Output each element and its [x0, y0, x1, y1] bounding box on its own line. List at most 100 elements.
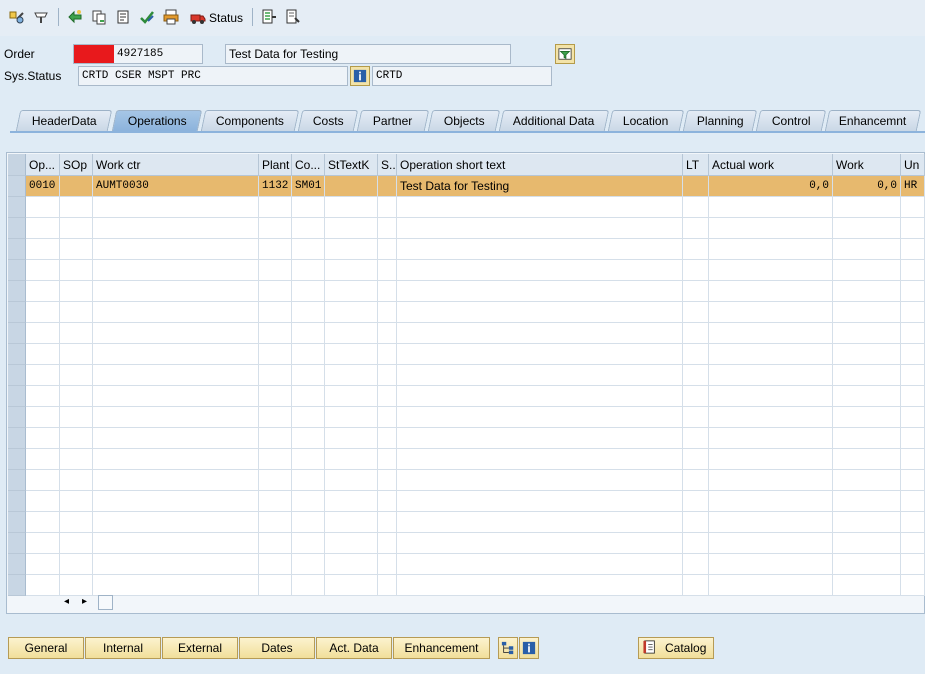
tab-enhancemnt[interactable]: Enhancemnt — [824, 110, 922, 131]
table-cell[interactable] — [833, 344, 901, 364]
table-cell[interactable] — [325, 239, 378, 259]
table-cell[interactable] — [325, 449, 378, 469]
table-cell[interactable] — [833, 218, 901, 238]
table-cell[interactable] — [709, 239, 833, 259]
table-cell[interactable] — [901, 491, 925, 511]
table-cell[interactable] — [93, 407, 259, 427]
table-cell[interactable] — [292, 449, 325, 469]
table-cell[interactable] — [93, 512, 259, 532]
table-cell[interactable] — [60, 428, 93, 448]
table-cell[interactable] — [325, 575, 378, 595]
table-cell[interactable] — [292, 218, 325, 238]
table-cell[interactable] — [709, 281, 833, 301]
table-cell[interactable] — [397, 386, 683, 406]
table-row[interactable] — [8, 512, 925, 533]
table-cell[interactable] — [397, 239, 683, 259]
table-row[interactable] — [8, 365, 925, 386]
row-selector[interactable] — [8, 575, 26, 596]
table-cell[interactable] — [833, 302, 901, 322]
table-cell[interactable] — [292, 491, 325, 511]
table-cell[interactable] — [833, 197, 901, 217]
table-cell[interactable] — [325, 344, 378, 364]
table-cell[interactable] — [60, 260, 93, 280]
table-cell[interactable] — [397, 344, 683, 364]
table-cell[interactable] — [378, 260, 397, 280]
col-header-s[interactable]: S.. — [378, 154, 397, 176]
table-cell[interactable] — [833, 512, 901, 532]
table-cell[interactable] — [325, 197, 378, 217]
table-cell[interactable] — [292, 386, 325, 406]
table-cell[interactable] — [378, 512, 397, 532]
table-cell[interactable] — [259, 554, 292, 574]
table-cell[interactable] — [292, 239, 325, 259]
table-cell[interactable] — [378, 239, 397, 259]
table-cell[interactable] — [833, 365, 901, 385]
table-cell[interactable] — [259, 575, 292, 595]
table-cell[interactable] — [259, 281, 292, 301]
table-cell[interactable] — [93, 260, 259, 280]
table-cell[interactable] — [901, 386, 925, 406]
table-cell[interactable] — [709, 323, 833, 343]
table-cell[interactable] — [683, 512, 709, 532]
table-cell[interactable] — [833, 533, 901, 553]
table-cell[interactable] — [292, 365, 325, 385]
table-cell[interactable] — [259, 344, 292, 364]
col-header-sttextk[interactable]: StTextK — [325, 154, 378, 176]
col-header-operation-text[interactable]: Operation short text — [397, 154, 683, 176]
table-cell[interactable] — [683, 449, 709, 469]
table-cell[interactable] — [93, 365, 259, 385]
table-cell[interactable] — [325, 512, 378, 532]
table-cell[interactable] — [709, 344, 833, 364]
table-cell[interactable] — [833, 239, 901, 259]
row-selector[interactable] — [8, 281, 26, 302]
table-cell[interactable] — [397, 554, 683, 574]
table-cell[interactable] — [259, 218, 292, 238]
cell-work[interactable]: 0,0 — [833, 176, 901, 196]
table-cell[interactable] — [292, 344, 325, 364]
cell-control-key[interactable]: SM01 — [292, 176, 325, 196]
table-cell[interactable] — [709, 407, 833, 427]
table-cell[interactable] — [378, 197, 397, 217]
table-cell[interactable] — [683, 260, 709, 280]
table-row[interactable] — [8, 428, 925, 449]
tab-headerdata[interactable]: HeaderData — [15, 110, 113, 131]
tab-planning[interactable]: Planning — [682, 110, 758, 131]
table-row[interactable] — [8, 407, 925, 428]
table-cell[interactable] — [292, 407, 325, 427]
table-cell[interactable] — [26, 512, 60, 532]
table-cell[interactable] — [93, 449, 259, 469]
document-icon[interactable] — [114, 8, 132, 26]
status-info-button[interactable] — [350, 66, 370, 86]
table-cell[interactable] — [709, 449, 833, 469]
table-cell[interactable] — [833, 407, 901, 427]
table-cell[interactable] — [683, 323, 709, 343]
table-cell[interactable] — [378, 449, 397, 469]
select-all-cell[interactable] — [8, 154, 26, 176]
table-cell[interactable] — [259, 449, 292, 469]
enhancement-button[interactable]: Enhancement — [393, 637, 490, 659]
table-cell[interactable] — [397, 197, 683, 217]
table-cell[interactable] — [292, 575, 325, 595]
page-icon[interactable] — [284, 8, 302, 26]
table-cell[interactable] — [833, 281, 901, 301]
col-header-actual-work[interactable]: Actual work — [709, 154, 833, 176]
table-cell[interactable] — [709, 554, 833, 574]
table-cell[interactable] — [378, 365, 397, 385]
table-cell[interactable] — [397, 365, 683, 385]
table-cell[interactable] — [259, 197, 292, 217]
table-cell[interactable] — [259, 428, 292, 448]
table-cell[interactable] — [683, 470, 709, 490]
table-cell[interactable] — [292, 512, 325, 532]
check-icon[interactable] — [138, 8, 156, 26]
table-cell[interactable] — [325, 323, 378, 343]
table-cell[interactable] — [709, 470, 833, 490]
table-cell[interactable] — [292, 323, 325, 343]
table-cell[interactable] — [683, 554, 709, 574]
table-cell[interactable] — [93, 197, 259, 217]
table-row[interactable] — [8, 575, 925, 596]
catalog-button[interactable]: Catalog — [638, 637, 714, 659]
table-cell[interactable] — [683, 218, 709, 238]
table-cell[interactable] — [325, 407, 378, 427]
table-cell[interactable] — [26, 449, 60, 469]
row-selector[interactable] — [8, 302, 26, 323]
